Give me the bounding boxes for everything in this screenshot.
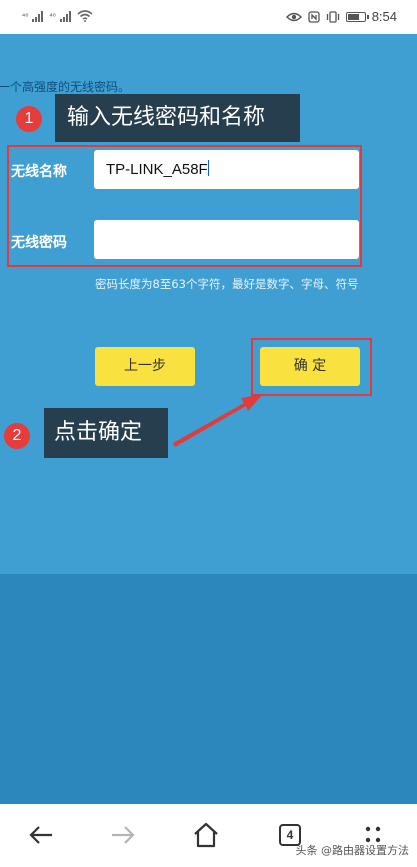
signal-bars-icon-2 xyxy=(59,10,71,22)
eye-icon xyxy=(285,12,302,21)
signal-group: ⁴⁶ ⁴⁶ xyxy=(22,10,93,22)
step-2-badge: 2 xyxy=(4,423,30,449)
home-button[interactable] xyxy=(191,820,221,850)
step-2-callout: 点击确定 xyxy=(44,408,168,458)
status-icons: 8:54 xyxy=(285,9,397,24)
signal-bars-icon xyxy=(32,10,44,22)
wifi-icon xyxy=(77,10,93,22)
watermark: 头条 @路由器设置方法 xyxy=(295,844,410,857)
forward-button[interactable] xyxy=(108,820,138,850)
router-setup-page: 一个高强度的无线密码。 1 输入无线密码和名称 无线名称 TP-LINK_A58… xyxy=(0,34,417,804)
browser-nav-bar: 4 头条 @路由器设置方法 xyxy=(0,804,417,867)
forward-arrow-icon xyxy=(112,826,135,844)
clock: 8:54 xyxy=(371,9,397,24)
back-button[interactable] xyxy=(26,820,56,850)
network-type-label: ⁴⁶ xyxy=(22,11,29,21)
status-bar: ⁴⁶ ⁴⁶ 8:54 xyxy=(0,0,417,34)
nfc-icon xyxy=(308,10,320,23)
home-icon xyxy=(194,822,218,848)
vibrate-icon xyxy=(326,10,339,23)
network-type-label-2: ⁴⁶ xyxy=(49,11,56,21)
back-arrow-icon xyxy=(29,826,52,844)
battery-icon xyxy=(345,11,369,22)
